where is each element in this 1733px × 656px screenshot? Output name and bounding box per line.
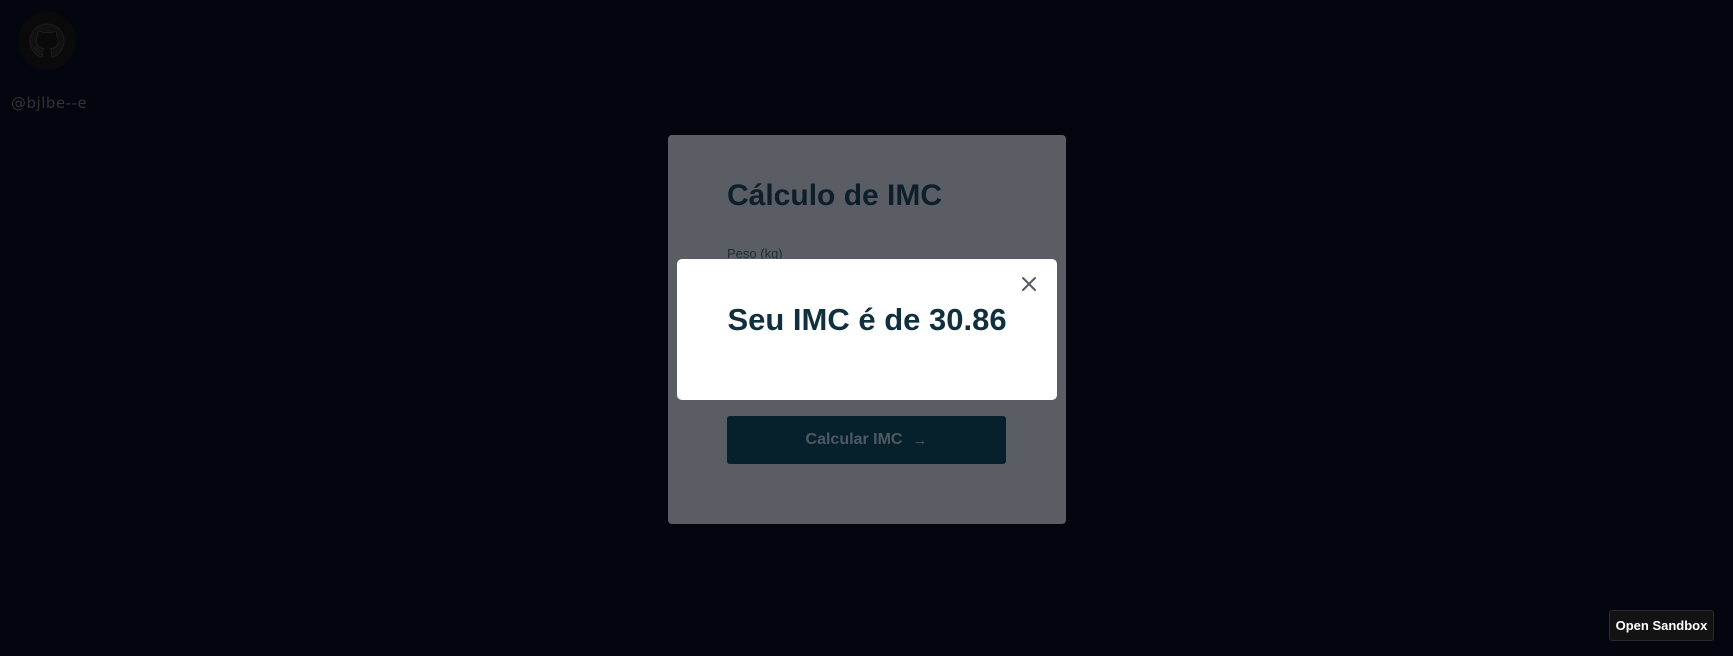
calculate-imc-label: Calcular IMC [805,431,903,448]
github-icon[interactable] [18,12,76,70]
imc-result-text: Seu IMC é de 30.86 [727,302,1007,337]
open-sandbox-button[interactable]: Open Sandbox [1609,610,1714,641]
username[interactable]: @bjlbe--e [11,94,87,112]
calculate-imc-button[interactable]: Calcular IMC → [727,416,1006,464]
page: @bjlbe--e Cálculo de IMC Peso (kg) Calcu… [0,0,1733,656]
result-modal: Seu IMC é de 30.86 [677,259,1057,400]
page-title: Cálculo de IMC [727,179,943,212]
arrow-right-icon: → [912,431,928,449]
close-icon[interactable] [1017,272,1041,296]
